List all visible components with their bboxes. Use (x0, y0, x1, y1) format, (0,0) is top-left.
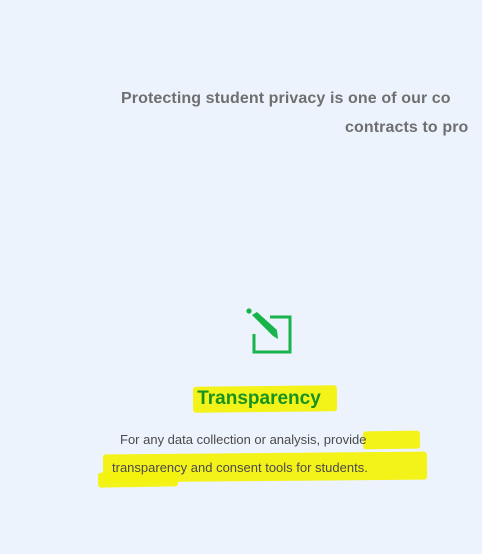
feature-title: Transparency (197, 388, 321, 409)
description-text: For any data collection or analysis, (120, 432, 324, 447)
intro-line-2: contracts to pro (345, 119, 469, 136)
description-highlighted-text: provide (323, 432, 367, 447)
feature-description-line-1: For any data collection or analysis, pro… (120, 432, 366, 447)
pencil-square-icon (244, 306, 292, 354)
intro-text: Protecting student privacy is one of our… (0, 88, 482, 148)
feature-description-line-2: transparency and consent tools for stude… (112, 460, 368, 475)
intro-line-1: Protecting student privacy is one of our… (121, 90, 451, 107)
highlight-provide (362, 430, 421, 450)
